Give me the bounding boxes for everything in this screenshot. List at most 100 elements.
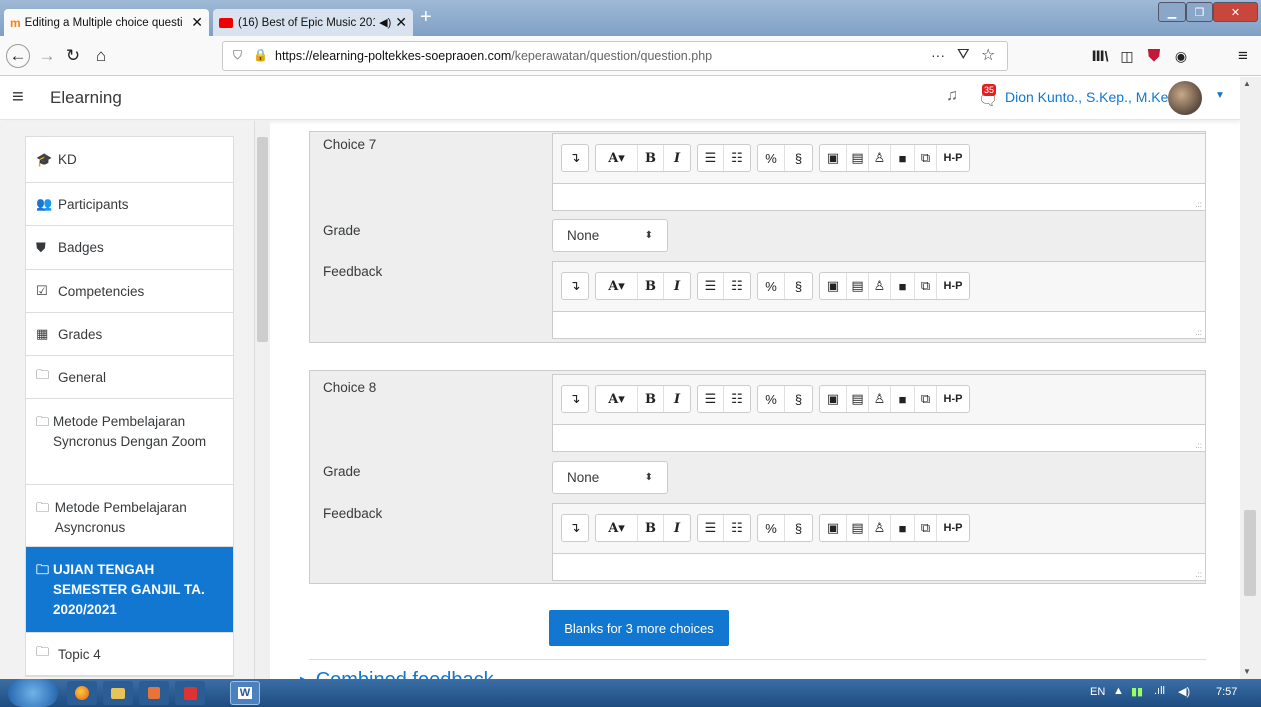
choice-7-editor[interactable]: ↴ A▾ B I ☰ ☷ % § ▣ ▤ ♙ ■ ⧉ H-P .:: xyxy=(552,133,1206,211)
image-icon[interactable]: ▣ xyxy=(820,386,847,412)
home-icon[interactable]: ⌂ xyxy=(88,44,114,68)
scroll-down-icon[interactable]: ▼ xyxy=(1243,667,1251,676)
bold-icon[interactable]: B xyxy=(638,145,664,171)
sidebar-item-competencies[interactable]: ☑ Competencies xyxy=(26,270,233,313)
image-icon[interactable]: ▣ xyxy=(820,273,847,299)
tab-editing-question[interactable]: m Editing a Multiple choice questi ✕ xyxy=(4,9,209,36)
toolbar-toggle-icon[interactable]: ↴ xyxy=(562,515,588,541)
minimize-icon[interactable]: ▁ xyxy=(1158,2,1186,22)
sidebar-item-uts[interactable]: 🗀 UJIAN TENGAH SEMESTER GANJIL TA. 2020/2… xyxy=(26,547,233,633)
toolbar-toggle-icon[interactable]: ↴ xyxy=(562,386,588,412)
bold-icon[interactable]: B xyxy=(638,273,664,299)
pocket-icon[interactable]: ⛛ xyxy=(957,46,970,63)
ordered-list-icon[interactable]: ☷ xyxy=(724,515,750,541)
microphone-icon[interactable]: ♙ xyxy=(869,273,891,299)
manage-files-icon[interactable]: ⧉ xyxy=(915,145,937,171)
h5p-icon[interactable]: H-P xyxy=(937,273,969,299)
start-button[interactable] xyxy=(8,679,58,707)
ublock-icon[interactable]: ⛊ xyxy=(1141,44,1167,68)
bold-icon[interactable]: B xyxy=(638,515,664,541)
sidebar-item-general[interactable]: 🗀 General xyxy=(26,356,233,399)
language-indicator[interactable]: EN xyxy=(1090,686,1105,698)
manage-files-icon[interactable]: ⧉ xyxy=(915,515,937,541)
choice-8-textarea[interactable]: .:: xyxy=(553,424,1205,451)
font-style-icon[interactable]: A▾ xyxy=(596,386,638,412)
italic-icon[interactable]: I xyxy=(664,386,690,412)
avatar[interactable] xyxy=(1168,81,1202,115)
sidebar-scrollbar[interactable] xyxy=(254,121,270,679)
sidebar-item-grades[interactable]: ▦ Grades xyxy=(26,313,233,356)
network-icon[interactable]: ▮▮ xyxy=(1131,685,1143,698)
download-icon[interactable] xyxy=(175,681,205,705)
video-icon[interactable]: ■ xyxy=(891,273,915,299)
speaker-icon[interactable]: ◀) xyxy=(379,16,391,29)
tray-arrow-icon[interactable]: ▲ xyxy=(1113,685,1124,697)
h5p-icon[interactable]: H-P xyxy=(937,386,969,412)
media-icon[interactable]: ▤ xyxy=(847,515,869,541)
unlink-icon[interactable]: § xyxy=(785,515,812,541)
choice-8-feedback-textarea[interactable]: .:: xyxy=(553,553,1205,580)
toolbar-toggle-icon[interactable]: ↴ xyxy=(562,145,588,171)
ordered-list-icon[interactable]: ☷ xyxy=(724,386,750,412)
choice-8-grade-select[interactable]: None ⬍ xyxy=(552,461,668,494)
user-menu-caret-icon[interactable]: ▼ xyxy=(1215,90,1225,101)
explorer-icon[interactable] xyxy=(103,681,133,705)
choice-7-feedback-editor[interactable]: ↴ A▾ B I ☰ ☷ % § ▣ ▤ ♙ ■ ⧉ H-P .:: xyxy=(552,261,1206,339)
page-scrollbar[interactable]: ▲ ▼ xyxy=(1240,77,1261,679)
sidebar-item-participants[interactable]: 👥 Participants xyxy=(26,183,233,226)
user-name[interactable]: Dion Kunto., S.Kep., M.Kep xyxy=(1005,89,1176,105)
tab-youtube[interactable]: (16) Best of Epic Music 2017 ◀) ✕ xyxy=(213,9,413,36)
manage-files-icon[interactable]: ⧉ xyxy=(915,273,937,299)
link-icon[interactable]: % xyxy=(758,145,785,171)
page-scroll-thumb[interactable] xyxy=(1244,510,1256,596)
sidebar-item-badges[interactable]: ⛊ Badges xyxy=(26,226,233,270)
site-name[interactable]: Elearning xyxy=(50,88,122,108)
video-icon[interactable]: ■ xyxy=(891,515,915,541)
media-icon[interactable]: ▤ xyxy=(847,145,869,171)
unlink-icon[interactable]: § xyxy=(785,386,812,412)
image-icon[interactable]: ▣ xyxy=(820,515,847,541)
media-icon[interactable]: ▤ xyxy=(847,386,869,412)
shield-icon[interactable]: ⛉ xyxy=(233,48,242,63)
toolbar-toggle-icon[interactable]: ↴ xyxy=(562,273,588,299)
menu-icon[interactable]: ≡ xyxy=(1230,44,1256,68)
italic-icon[interactable]: I xyxy=(664,515,690,541)
bookmark-star-icon[interactable]: ☆ xyxy=(981,45,995,65)
unordered-list-icon[interactable]: ☰ xyxy=(698,273,724,299)
firefox-icon[interactable] xyxy=(67,681,97,705)
volume-icon[interactable]: ◀) xyxy=(1178,685,1190,698)
ordered-list-icon[interactable]: ☷ xyxy=(724,273,750,299)
microphone-icon[interactable]: ♙ xyxy=(869,386,891,412)
italic-icon[interactable]: I xyxy=(664,145,690,171)
font-style-icon[interactable]: A▾ xyxy=(596,515,638,541)
ordered-list-icon[interactable]: ☷ xyxy=(724,145,750,171)
maximize-icon[interactable]: ❐ xyxy=(1186,2,1213,22)
video-icon[interactable]: ■ xyxy=(891,145,915,171)
library-icon[interactable]: Ⅲ\ xyxy=(1087,44,1113,68)
word-icon[interactable]: W xyxy=(230,681,260,705)
choice-8-feedback-editor[interactable]: ↴ A▾ B I ☰ ☷ % § ▣ ▤ ♙ ■ ⧉ H-P .:: xyxy=(552,503,1206,581)
url-bar[interactable]: ⛉ 🔒 https://elearning-poltekkes-soepraoe… xyxy=(222,41,1008,71)
unlink-icon[interactable]: § xyxy=(785,145,812,171)
unordered-list-icon[interactable]: ☰ xyxy=(698,515,724,541)
new-tab-icon[interactable]: + xyxy=(420,6,432,29)
link-icon[interactable]: % xyxy=(758,515,785,541)
blanks-for-more-choices-button[interactable]: Blanks for 3 more choices xyxy=(549,610,729,646)
bold-icon[interactable]: B xyxy=(638,386,664,412)
close-tab-icon[interactable]: ✕ xyxy=(191,14,203,31)
sidebar-item-topic4[interactable]: 🗀 Topic 4 xyxy=(26,633,233,676)
sidebar-scroll-thumb[interactable] xyxy=(257,137,268,342)
link-icon[interactable]: % xyxy=(758,273,785,299)
reload-icon[interactable]: ↻ xyxy=(60,44,86,68)
font-style-icon[interactable]: A▾ xyxy=(596,145,638,171)
signal-icon[interactable]: .ıll xyxy=(1154,685,1165,697)
window-close-icon[interactable]: ✕ xyxy=(1213,2,1258,22)
manage-files-icon[interactable]: ⧉ xyxy=(915,386,937,412)
combined-feedback-link[interactable]: ▶Combined feedback xyxy=(300,669,494,679)
close-tab-icon[interactable]: ✕ xyxy=(395,14,407,31)
h5p-icon[interactable]: H-P xyxy=(937,145,969,171)
back-icon[interactable]: ← xyxy=(6,44,30,68)
sidebar-item-sync-zoom[interactable]: 🗀 Metode Pembelajaran Syncronus Dengan Zo… xyxy=(26,399,233,485)
microphone-icon[interactable]: ♙ xyxy=(869,515,891,541)
account-icon[interactable]: ◉ xyxy=(1168,44,1194,68)
